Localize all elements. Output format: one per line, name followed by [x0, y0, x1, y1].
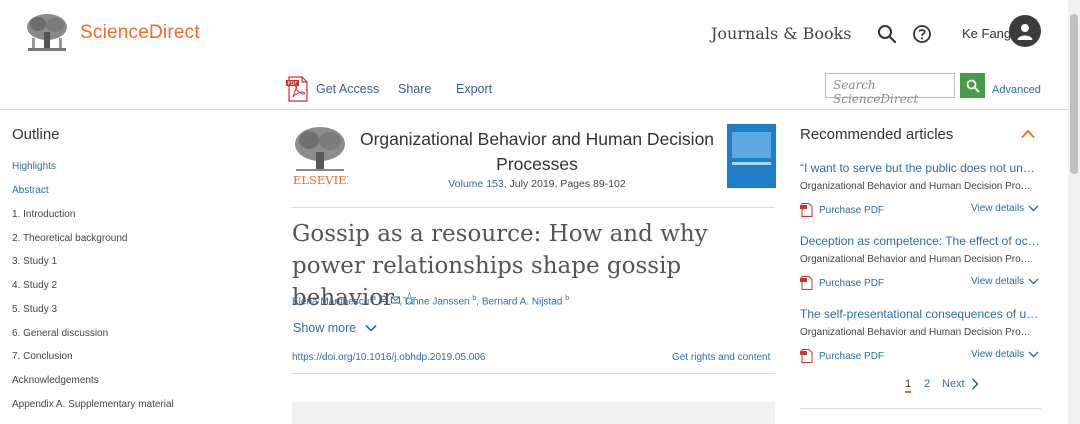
outline-item-study-2[interactable]: 4. Study 2: [12, 280, 57, 291]
show-more-label: Show more: [293, 321, 357, 335]
next-label: Next: [942, 378, 965, 390]
scrollbar-thumb[interactable]: [1070, 14, 1078, 174]
search-input[interactable]: Search ScienceDirect: [825, 73, 955, 106]
journals-books-link[interactable]: Journals & Books: [711, 24, 852, 43]
purchase-pdf-label: Purchase PDF: [819, 350, 885, 362]
purchase-pdf-link[interactable]: Purchase PDF: [800, 349, 884, 363]
recommended-journal: Organizational Behavior and Human Decisi…: [800, 327, 1031, 338]
get-access-link[interactable]: Get Access: [316, 82, 379, 96]
outline-title: Outline: [12, 126, 60, 143]
journal-title[interactable]: Organizational Behavior and Human Decisi…: [353, 127, 721, 177]
outline-item-abstract[interactable]: Abstract: [12, 185, 49, 196]
chevron-up-icon[interactable]: [1021, 129, 1035, 139]
show-more-button[interactable]: Show more: [293, 321, 377, 335]
view-details-button[interactable]: View details: [971, 203, 1039, 214]
pdf-icon: [800, 203, 813, 217]
search-icon[interactable]: [877, 24, 897, 44]
chevron-down-icon: [1028, 278, 1039, 285]
purchase-pdf-label: Purchase PDF: [819, 277, 885, 289]
outline-item-theoretical-background[interactable]: 2. Theoretical background: [12, 233, 127, 244]
chevron-down-icon: [1028, 205, 1039, 212]
top-header: ScienceDirect Journals & Books Ke Fang: [0, 0, 1068, 70]
purchase-pdf-link[interactable]: Purchase PDF: [800, 203, 884, 217]
share-link[interactable]: Share: [398, 82, 431, 96]
sciencedirect-logo[interactable]: ScienceDirect: [24, 12, 200, 54]
author-list: Elena Martinescu a , Onne Janssen b, Ber…: [292, 295, 570, 308]
content-placeholder: [292, 402, 775, 424]
page-2-button[interactable]: 2: [924, 378, 930, 390]
view-details-label: View details: [971, 276, 1025, 287]
chevron-down-icon: [365, 324, 377, 332]
author-affiliation: b: [472, 295, 477, 302]
view-details-label: View details: [971, 203, 1025, 214]
advanced-search-link[interactable]: Advanced: [992, 84, 1041, 96]
view-details-label: View details: [971, 349, 1025, 360]
user-icon: [1017, 24, 1033, 40]
volume-link[interactable]: Volume 153: [448, 178, 503, 190]
next-page-button[interactable]: Next: [942, 378, 979, 390]
recommended-article-link[interactable]: Deception as competence: The effect of o…: [800, 234, 1040, 248]
outline-item-study-1[interactable]: 3. Study 1: [12, 256, 57, 267]
outline-item-highlights[interactable]: Highlights: [12, 161, 56, 172]
search-icon: [966, 79, 979, 92]
author-affiliation: a: [372, 295, 376, 302]
recommended-article-link[interactable]: The self-presentational consequences of …: [800, 307, 1040, 321]
journal-cover-image[interactable]: [727, 124, 776, 188]
user-name[interactable]: Ke Fang: [962, 26, 1011, 41]
outline-item-study-3[interactable]: 5. Study 3: [12, 304, 57, 315]
author-link[interactable]: Elena Martinescu: [292, 296, 369, 307]
cover-band: [732, 132, 771, 158]
author-link[interactable]: Onne Janssen: [405, 296, 470, 307]
recommended-title: Recommended articles: [800, 126, 954, 143]
email-icon[interactable]: [390, 296, 400, 304]
journal-meta: Volume 153, July 2019, Pages 89-102: [353, 178, 721, 190]
outline-item-acknowledgements[interactable]: Acknowledgements: [12, 375, 99, 386]
recommended-article-link[interactable]: “I want to serve but the public does not…: [800, 161, 1040, 175]
outline-item-general-discussion[interactable]: 6. General discussion: [12, 328, 108, 339]
outline-item-introduction[interactable]: 1. Introduction: [12, 209, 75, 220]
export-link[interactable]: Export: [456, 82, 492, 96]
recommended-journal: Organizational Behavior and Human Decisi…: [800, 254, 1031, 265]
publisher-name: ELSEVIER: [293, 173, 348, 186]
avatar[interactable]: [1009, 15, 1041, 47]
purchase-pdf-label: Purchase PDF: [819, 204, 885, 216]
pdf-icon: [800, 276, 813, 290]
author-link[interactable]: Bernard A. Nijstad: [482, 296, 563, 307]
help-icon[interactable]: [912, 24, 932, 44]
brand-name: ScienceDirect: [80, 22, 200, 43]
purchase-pdf-link[interactable]: Purchase PDF: [800, 276, 884, 290]
pdf-icon[interactable]: PDF: [286, 76, 310, 102]
pdf-icon: [800, 349, 813, 363]
recommended-journal: Organizational Behavior and Human Decisi…: [800, 181, 1031, 192]
issue-date-pages: , July 2019, Pages 89-102: [503, 178, 626, 190]
divider: [292, 373, 775, 374]
elsevier-logo[interactable]: ELSEVIER: [292, 124, 348, 186]
divider: [800, 408, 1041, 409]
doi-link[interactable]: https://doi.org/10.1016/j.obhdp.2019.05.…: [292, 352, 486, 363]
rights-link[interactable]: Get rights and content: [672, 352, 770, 363]
author-affiliation: b: [565, 295, 570, 302]
page-1-button[interactable]: 1: [905, 378, 912, 393]
view-details-button[interactable]: View details: [971, 349, 1039, 360]
article-toolbar: PDF Get Access Share Export Search Scien…: [0, 70, 1068, 110]
cover-stripe: [732, 162, 771, 165]
elsevier-tree-icon: [24, 12, 70, 54]
person-icon[interactable]: [379, 295, 388, 305]
chevron-down-icon: [1028, 351, 1039, 358]
search-button[interactable]: [960, 73, 985, 98]
outline-item-conclusion[interactable]: 7. Conclusion: [12, 351, 73, 362]
outline-item-appendix[interactable]: Appendix A. Supplementary material: [12, 399, 174, 410]
chevron-right-icon: [971, 378, 979, 390]
divider: [292, 207, 775, 208]
view-details-button[interactable]: View details: [971, 276, 1039, 287]
